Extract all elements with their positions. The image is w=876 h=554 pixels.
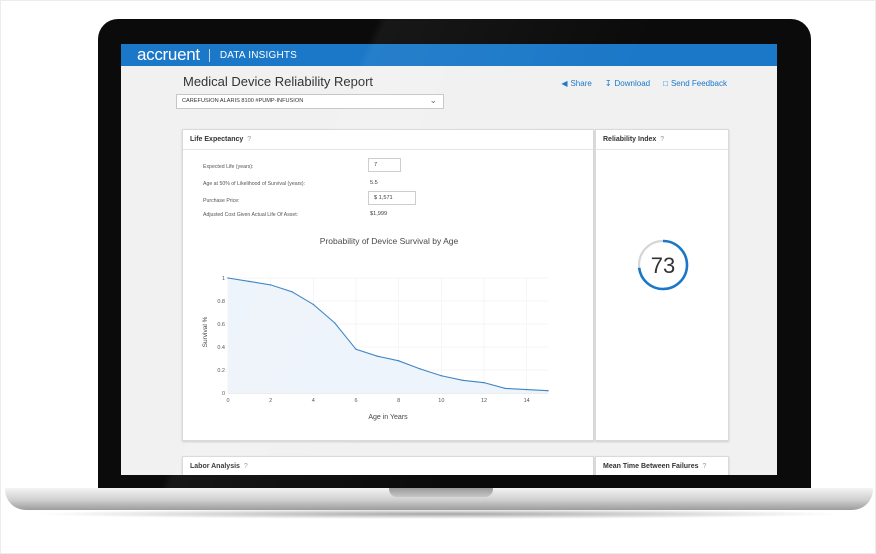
x-tick-label: 0 xyxy=(226,398,229,404)
download-label: Download xyxy=(614,79,651,88)
share-label: Share xyxy=(570,79,592,88)
life-expectancy-card: Life Expectancy ? Expected Life (years):… xyxy=(182,129,594,441)
survival-chart: 00.20.40.60.810 2 4 6 8 10 12 14 Age in Years S… xyxy=(202,276,549,421)
labor-analysis-header: Labor Analysis ? xyxy=(183,457,593,475)
survival-point xyxy=(483,381,485,384)
send-feedback-button[interactable]: □ Send Feedback xyxy=(663,79,727,88)
chart-area-group xyxy=(227,277,549,393)
survival-point xyxy=(269,284,272,286)
x-tick-label: 6 xyxy=(354,398,357,404)
x-tick-label: 4 xyxy=(312,398,315,404)
mtbf-card: Mean Time Between Failures ? xyxy=(595,456,729,475)
expected-life-input[interactable]: 7 xyxy=(368,158,401,172)
report-actions: ◀︎ Share ↧ Download □ Send Feedback xyxy=(561,79,727,88)
product-name: DATA INSIGHTS xyxy=(219,49,298,61)
expected-life-label: Expected Life (years): xyxy=(203,164,254,170)
help-circle-icon[interactable]: ? xyxy=(660,136,664,143)
laptop-shadow xyxy=(31,509,847,519)
survival-point xyxy=(525,388,528,391)
age50-label: Age at 50% of Likelihood of Survival (ye… xyxy=(203,181,306,187)
adjusted-cost-value: $1,999 xyxy=(370,211,388,217)
survival-point xyxy=(504,387,507,390)
survival-point xyxy=(376,355,379,357)
help-circle-icon[interactable]: ? xyxy=(244,463,248,470)
comment-icon: □ xyxy=(663,79,668,88)
y-tick-label: 0.6 xyxy=(217,322,225,328)
laptop-notch xyxy=(389,488,493,497)
survival-point xyxy=(312,303,315,306)
download-icon: ↧ xyxy=(604,79,612,88)
help-circle-icon[interactable]: ? xyxy=(703,463,707,470)
chart-x-axis-label: Age in Years xyxy=(368,414,408,421)
survival-point xyxy=(355,348,357,350)
share-icon: ◀︎ xyxy=(561,79,568,88)
feedback-label: Send Feedback xyxy=(670,79,727,88)
mtbf-title: Mean Time Between Failures xyxy=(603,463,699,470)
labor-analysis-card: Labor Analysis ? xyxy=(182,456,594,475)
life-expectancy-header: Life Expectancy ? xyxy=(183,130,593,150)
x-tick-label: 10 xyxy=(438,398,444,404)
x-tick-label: 8 xyxy=(397,398,400,404)
adjusted-cost-label: Adjusted Cost Given Actual Life Of Asset… xyxy=(203,212,299,218)
survival-area xyxy=(228,278,548,393)
chart-y-axis-label: Survival % xyxy=(202,316,209,347)
purchase-price-input[interactable]: $ 1,571 xyxy=(368,191,416,205)
chevron-down-icon: ⌄ xyxy=(429,95,437,105)
stage: accruent DATA INSIGHTS Medical Device Re… xyxy=(0,0,876,554)
labor-analysis-title: Labor Analysis xyxy=(190,463,240,470)
y-tick-label: 0.4 xyxy=(217,345,225,351)
x-tick-label: 12 xyxy=(481,398,487,404)
device-select-value: CAREFUSION ALARIS 8100 #PUMP-INFUSION xyxy=(182,98,304,104)
age50-value: 5.5 xyxy=(370,180,378,186)
help-circle-icon[interactable]: ? xyxy=(247,136,251,143)
survival-point xyxy=(419,368,421,370)
survival-point xyxy=(227,277,229,279)
top-bar: accruent DATA INSIGHTS xyxy=(121,44,777,66)
survival-point xyxy=(291,291,293,293)
survival-point xyxy=(461,379,464,382)
reliability-gauge: 73 xyxy=(637,239,689,291)
survival-point xyxy=(547,390,549,392)
life-expectancy-title: Life Expectancy xyxy=(190,136,244,143)
survival-point xyxy=(440,375,443,377)
reliability-index-card: Reliability Index ? 73 xyxy=(595,129,729,441)
survival-point xyxy=(248,280,251,283)
reliability-index-title: Reliability Index xyxy=(603,136,657,143)
x-tick-label: 2 xyxy=(269,398,272,404)
y-tick-label: 1 xyxy=(222,276,225,282)
purchase-price-label: Purchase Price: xyxy=(203,198,240,204)
chart-title: Probability of Device Survival by Age xyxy=(319,236,459,246)
reliability-index-header: Reliability Index ? xyxy=(596,130,728,150)
y-tick-label: 0.8 xyxy=(217,299,225,305)
share-button[interactable]: ◀︎ Share xyxy=(561,79,592,88)
download-button[interactable]: ↧ Download xyxy=(605,79,650,88)
device-select[interactable]: CAREFUSION ALARIS 8100 #PUMP-INFUSION ⌄ xyxy=(176,94,444,109)
app-screen: accruent DATA INSIGHTS Medical Device Re… xyxy=(121,44,777,475)
logo-divider xyxy=(208,48,210,62)
y-tick-label: 0 xyxy=(222,391,225,397)
reliability-index-value: 73 xyxy=(651,253,675,278)
page-title: Medical Device Reliability Report xyxy=(183,74,374,89)
accruent-logo[interactable]: accruent xyxy=(137,44,200,66)
survival-point xyxy=(333,322,336,324)
mtbf-header: Mean Time Between Failures ? xyxy=(596,457,728,475)
y-tick-label: 0.2 xyxy=(217,368,225,374)
survival-point xyxy=(397,360,400,362)
x-tick-label: 14 xyxy=(524,398,530,404)
